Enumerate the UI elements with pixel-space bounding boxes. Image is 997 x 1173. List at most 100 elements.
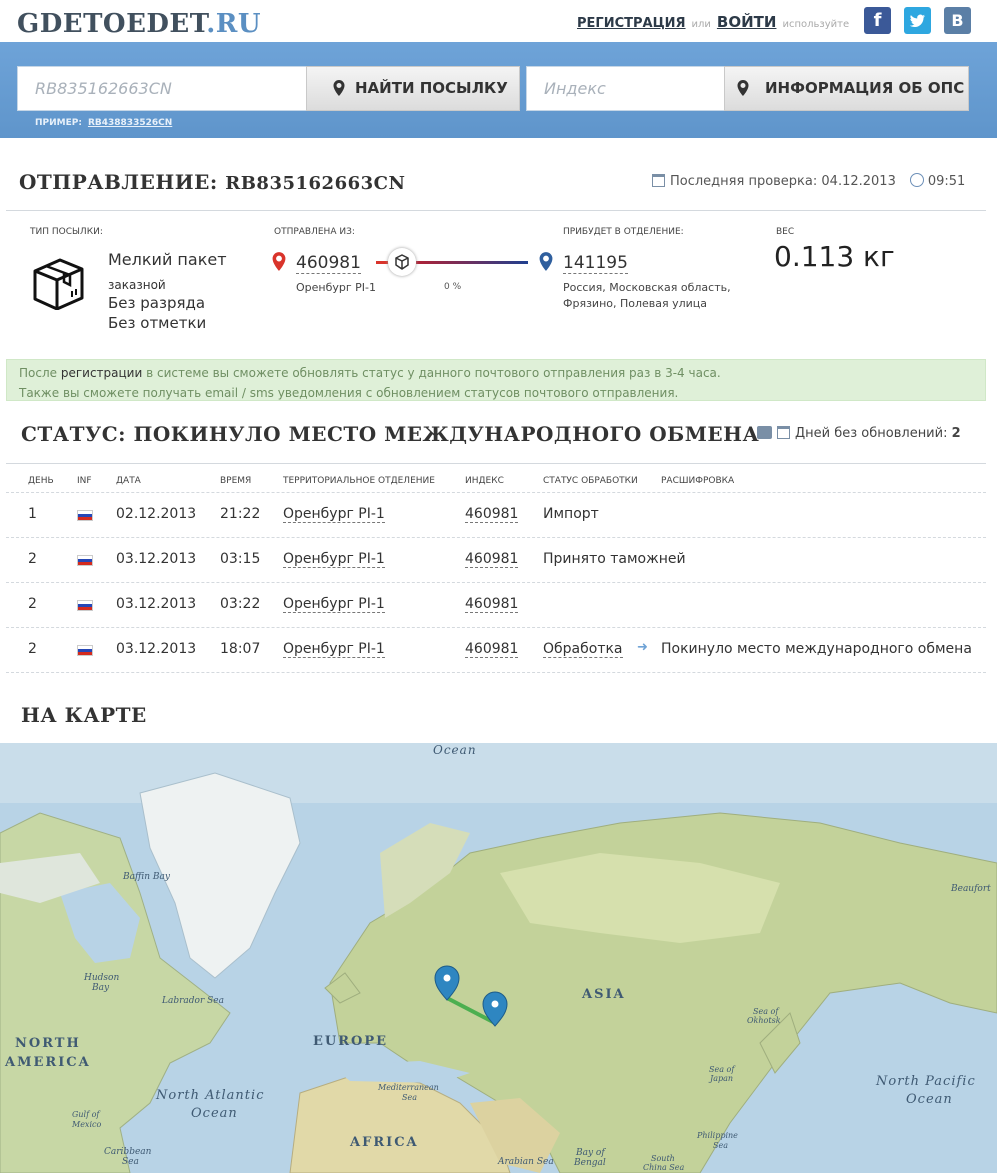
cell-time: 03:22: [220, 596, 261, 612]
map-label-gulf-mexico: Mexico: [71, 1120, 101, 1129]
map-label-mediterranean: Mediterranean: [377, 1083, 439, 1092]
map-label-hudson-bay: Bay: [91, 983, 110, 993]
logo-main: GDETOEDET: [17, 9, 207, 39]
cube-icon: [395, 254, 409, 270]
last-check-label: Последняя проверка:: [670, 174, 818, 189]
vk-icon[interactable]: B: [944, 7, 971, 34]
weight-label: ВЕС: [776, 227, 795, 237]
map-label-okhotsk-2: Okhotsk: [747, 1016, 781, 1025]
table-row: 2 03.12.2013 03:22 Оренбург PI-1 460981: [6, 583, 986, 628]
cell-time: 03:15: [220, 551, 261, 567]
shipment-track-number: RB835162663CN: [225, 173, 406, 194]
map-label-ocean: Ocean: [433, 743, 477, 757]
login-link[interactable]: ВОЙТИ: [717, 13, 777, 31]
cell-index-link[interactable]: 460981: [465, 506, 519, 523]
use-text: используйте: [782, 19, 850, 30]
cell-date: 02.12.2013: [116, 506, 197, 522]
col-header-inf: INF: [77, 476, 92, 486]
map-label-africa: AFRICA: [349, 1135, 419, 1150]
arrow-right-icon: ➜: [637, 640, 648, 655]
russia-flag-icon: [77, 510, 93, 521]
map-label-okhotsk: Sea of: [753, 1007, 780, 1016]
status-title: СТАТУС: ПОКИНУЛО МЕСТО МЕЖДУНАРОДНОГО ОБ…: [21, 422, 760, 446]
map-label-baffin: Baffin Bay: [122, 872, 171, 882]
destination-pin-icon: [539, 252, 553, 271]
cell-office-link[interactable]: Оренбург PI-1: [283, 596, 385, 613]
print-icon[interactable]: [757, 426, 772, 439]
map-title: НА КАРТЕ: [21, 703, 147, 727]
notice-text-b: в системе вы сможете обновлять статус у …: [142, 366, 721, 380]
index-search-input[interactable]: Индекс: [526, 66, 726, 111]
table-row: 2 03.12.2013 03:15 Оренбург PI-1 460981 …: [6, 538, 986, 583]
to-label: ПРИБУДЕТ В ОТДЕЛЕНИЕ:: [563, 227, 684, 237]
to-address-line-1: Россия, Московская область,: [563, 281, 731, 294]
cell-index-link[interactable]: 460981: [465, 641, 519, 658]
twitter-icon[interactable]: [904, 7, 931, 34]
col-header-index: ИНДЕКС: [465, 476, 504, 486]
map-label-arabian: Arabian Sea: [497, 1157, 554, 1167]
days-value: 2: [951, 426, 961, 441]
map-label-gulf: Gulf of: [72, 1110, 101, 1119]
days-label: Дней без обновлений:: [795, 426, 948, 441]
route-map[interactable]: Ocean Baffin Bay Beaufort Hudson Bay Lab…: [0, 743, 997, 1173]
location-pin-icon: [737, 80, 749, 96]
map-label-japan-sea: Sea of: [709, 1065, 736, 1074]
parcel-type: Мелкий пакет: [108, 250, 227, 269]
col-header-office: ТЕРРИТОРИАЛЬНОЕ ОТДЕЛЕНИЕ: [283, 476, 435, 486]
col-header-status: СТАТУС ОБРАБОТКИ: [543, 476, 638, 486]
russia-flag-icon: [77, 555, 93, 566]
map-label-bengal: Bay of: [575, 1148, 606, 1158]
logo-tld: .RU: [206, 9, 262, 39]
to-address-line-2: Фрязино, Полевая улица: [563, 297, 708, 310]
map-label-mediterranean-sea: Sea: [402, 1093, 417, 1102]
calendar-icon: [652, 174, 665, 187]
cell-office-link[interactable]: Оренбург PI-1: [283, 506, 385, 523]
cell-office-link[interactable]: Оренбург PI-1: [283, 551, 385, 568]
map-label-europe: EUROPE: [313, 1034, 388, 1049]
col-header-date: ДАТА: [116, 476, 141, 486]
cell-office-link[interactable]: Оренбург PI-1: [283, 641, 385, 658]
search-bar: RB835162663CN НАЙТИ ПОСЫЛКУ Индекс ИНФОР…: [0, 42, 997, 138]
divider: [6, 463, 986, 464]
cell-index-link[interactable]: 460981: [465, 551, 519, 568]
origin-pin-icon: [272, 252, 286, 271]
from-index-link[interactable]: 460981: [296, 253, 361, 274]
from-label: ОТПРАВЛЕНА ИЗ:: [274, 227, 355, 237]
days-without-updates: Дней без обновлений: 2: [757, 426, 961, 441]
track-search-input[interactable]: RB835162663CN: [17, 66, 307, 111]
facebook-icon[interactable]: f: [864, 7, 891, 34]
cell-date: 03.12.2013: [116, 596, 197, 612]
cell-status-link[interactable]: Обработка: [543, 641, 623, 658]
register-link[interactable]: РЕГИСТРАЦИЯ: [577, 16, 686, 31]
post-office-info-button[interactable]: ИНФОРМАЦИЯ ОБ ОПС: [724, 66, 969, 111]
twitter-bird-icon: [909, 14, 925, 27]
cell-index-link[interactable]: 460981: [465, 596, 519, 613]
parcel-rank: Без разряда: [108, 294, 206, 312]
site-logo[interactable]: GDETOEDET.RU: [17, 9, 261, 39]
map-label-bengal-2: Bengal: [573, 1158, 606, 1168]
cell-status: Принято таможней: [543, 551, 686, 567]
map-label-north: NORTH: [15, 1036, 81, 1051]
notice-line-2: Также вы сможете получать email / sms ув…: [19, 386, 679, 400]
auth-links: РЕГИСТРАЦИЯ или ВОЙТИ используйте: [577, 13, 855, 31]
col-header-time: ВРЕМЯ: [220, 476, 252, 486]
col-header-day: ДЕНЬ: [28, 476, 54, 486]
parcel-kind: заказной: [108, 278, 166, 292]
map-label-america: AMERICA: [4, 1055, 91, 1070]
cell-day: 2: [28, 596, 37, 612]
parcel-mark: Без отметки: [108, 314, 207, 332]
registration-notice: После регистрации в системе вы сможете о…: [6, 359, 986, 401]
or-text: или: [691, 19, 711, 30]
to-index-link[interactable]: 141195: [563, 253, 628, 274]
location-pin-icon: [333, 80, 345, 96]
notice-register-link[interactable]: регистрации: [61, 366, 142, 380]
find-parcel-button[interactable]: НАЙТИ ПОСЫЛКУ: [306, 66, 520, 111]
map-label-south-china-sea: China Sea: [643, 1163, 685, 1172]
cell-time: 18:07: [220, 641, 261, 657]
clock-icon: [909, 173, 924, 187]
shipment-title: ОТПРАВЛЕНИЕ: RB835162663CN: [19, 170, 405, 194]
search-example: ПРИМЕР: RB438833526CN: [35, 118, 172, 128]
example-link[interactable]: RB438833526CN: [88, 118, 172, 128]
calendar-icon: [777, 426, 790, 439]
map-label-north-pacific: North Pacific: [875, 1074, 976, 1089]
